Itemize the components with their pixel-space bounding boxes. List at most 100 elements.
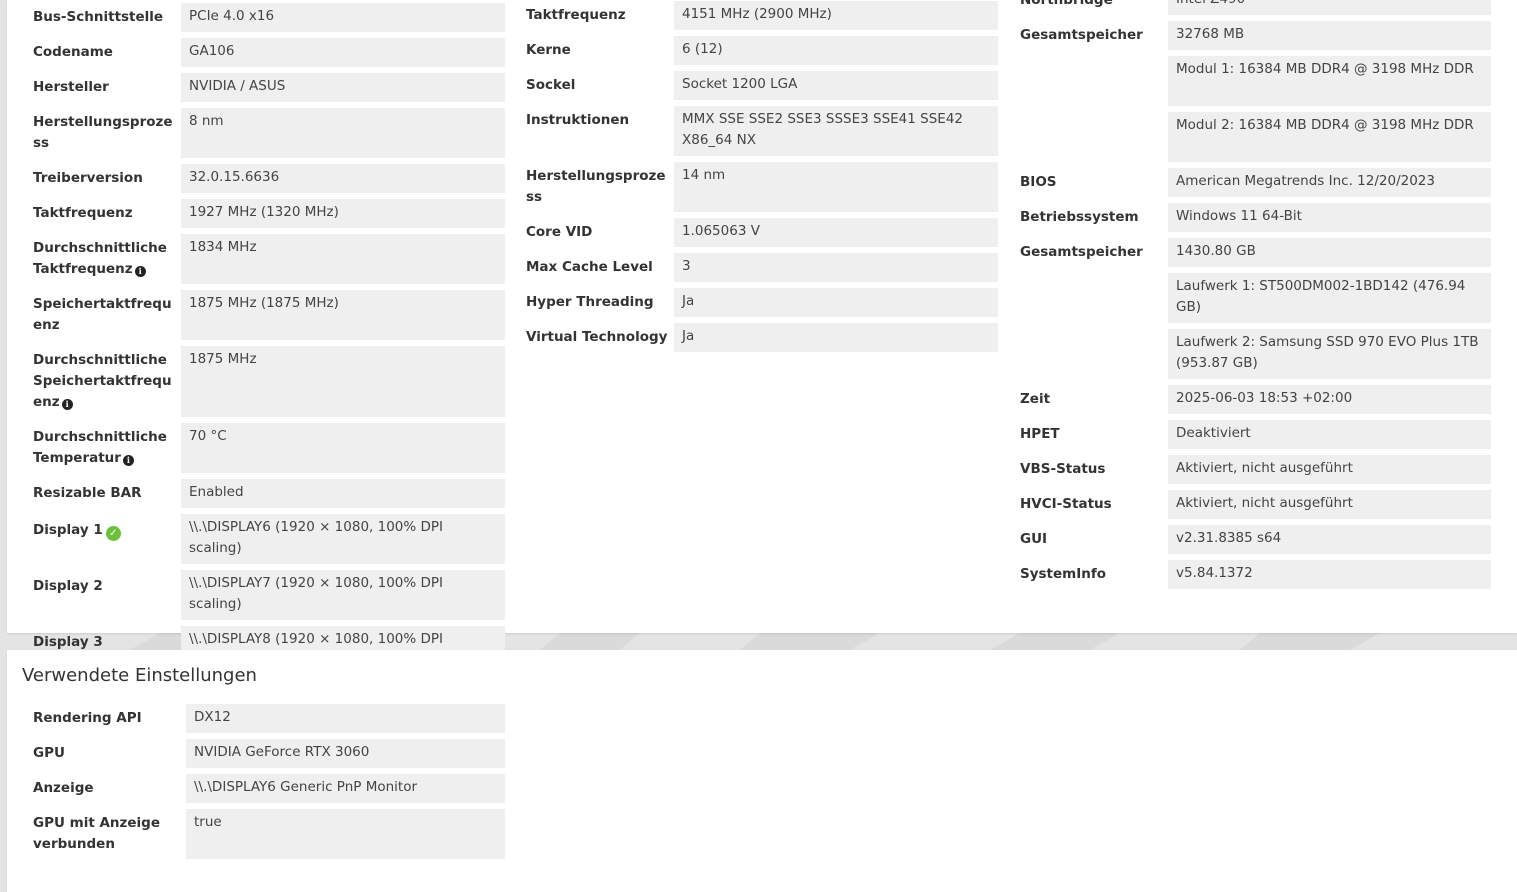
sys-label-memory: Gesamtspeicher bbox=[1020, 27, 1143, 43]
gpu-row-avg-clock: Durchschnittliche Taktfrequenz i 1834 MHz bbox=[33, 234, 505, 284]
settings-label-gpu-display: GPU mit Anzeige verbunden bbox=[33, 815, 161, 852]
gpu-value-display2: \\.\DISPLAY7 (1920 × 1080, 100% DPI scal… bbox=[181, 570, 505, 620]
info-icon[interactable]: i bbox=[134, 266, 146, 277]
sys-value-vbs: Aktiviert, nicht ausgeführt bbox=[1168, 455, 1491, 484]
sys-value-northbridge: Intel Z490 bbox=[1168, 0, 1491, 15]
system-info-panel: Bus-Schnittstelle PCIe 4.0 x16 Codename … bbox=[7, 0, 1517, 676]
settings-value-display: \\.\DISPLAY6 Generic PnP Monitor bbox=[186, 774, 505, 803]
settings-row-gpu-display: GPU mit Anzeige verbunden true bbox=[33, 809, 505, 859]
cpu-column: Taktfrequenz 4151 MHz (2900 MHz) Kerne 6… bbox=[526, 1, 998, 358]
gpu-label-avg-memclock: Durchschnittliche Speichertaktfrequ enz bbox=[33, 352, 172, 410]
sys-label-storage: Gesamtspeicher bbox=[1020, 244, 1143, 260]
gpu-label-avg-memclock-wrap: Durchschnittliche Speichertaktfrequ enz i bbox=[33, 346, 172, 413]
gpu-label-avg-temp-wrap: Durchschnittliche Temperatur i bbox=[33, 423, 167, 469]
sys-row-gui: GUI v2.31.8385 s64 bbox=[1020, 525, 1491, 554]
gpu-row-process: Herstellungsproze ss 8 nm bbox=[33, 108, 505, 158]
gpu-label-avg-clock: Durchschnittliche Taktfrequenz bbox=[33, 240, 167, 277]
gpu-row-bus: Bus-Schnittstelle PCIe 4.0 x16 bbox=[33, 3, 505, 32]
sys-label-hpet: HPET bbox=[1020, 426, 1060, 442]
sys-label-vbs: VBS-Status bbox=[1020, 461, 1106, 477]
sys-row-time: Zeit 2025-06-03 18:53 +02:00 bbox=[1020, 385, 1491, 414]
sys-label-gui: GUI bbox=[1020, 531, 1048, 547]
gpu-value-avg-memclock: 1875 MHz bbox=[181, 346, 505, 417]
gpu-value-codename: GA106 bbox=[181, 38, 505, 67]
gpu-label-avg-temp: Durchschnittliche Temperatur bbox=[33, 429, 167, 466]
sys-row-drive2: Laufwerk 2: Samsung SSD 970 EVO Plus 1TB… bbox=[1020, 329, 1491, 379]
sys-value-gui: v2.31.8385 s64 bbox=[1168, 525, 1491, 554]
gpu-label-codename: Codename bbox=[33, 44, 113, 60]
sys-row-systeminfo: SystemInfo v5.84.1372 bbox=[1020, 560, 1491, 589]
info-icon[interactable]: i bbox=[61, 399, 73, 410]
sys-value-drive2: Laufwerk 2: Samsung SSD 970 EVO Plus 1TB… bbox=[1168, 329, 1491, 379]
sys-value-bios: American Megatrends Inc. 12/20/2023 bbox=[1168, 168, 1491, 197]
check-icon: ✓ bbox=[105, 526, 121, 541]
cpu-value-instructions: MMX SSE SSE2 SSE3 SSSE3 SSE41 SSE42 X86_… bbox=[674, 106, 998, 156]
sys-value-module1: Modul 1: 16384 MB DDR4 @ 3198 MHz DDR bbox=[1168, 56, 1491, 106]
sys-label-northbridge: Northbridge bbox=[1020, 0, 1113, 8]
sys-value-hpet: Deaktiviert bbox=[1168, 420, 1491, 449]
info-icon[interactable]: i bbox=[122, 455, 134, 466]
gpu-label-display3: Display 3 bbox=[33, 634, 103, 650]
gpu-row-display2: Display 2 \\.\DISPLAY7 (1920 × 1080, 100… bbox=[33, 570, 505, 620]
sys-label-module1 bbox=[1020, 56, 1168, 60]
settings-row-display: Anzeige \\.\DISPLAY6 Generic PnP Monitor bbox=[33, 774, 505, 803]
gpu-label-display1: Display 1 bbox=[33, 522, 103, 538]
gpu-label-rebar: Resizable BAR bbox=[33, 485, 142, 501]
settings-label-gpu: GPU bbox=[33, 745, 65, 761]
gpu-value-vendor: NVIDIA / ASUS bbox=[181, 73, 505, 102]
gpu-label-memclock: Speichertaktfrequ enz bbox=[33, 296, 172, 333]
gpu-row-vendor: Hersteller NVIDIA / ASUS bbox=[33, 73, 505, 102]
sys-label-systeminfo: SystemInfo bbox=[1020, 566, 1107, 582]
sys-value-memory: 32768 MB bbox=[1168, 21, 1491, 50]
gpu-row-memclock: Speichertaktfrequ enz 1875 MHz (1875 MHz… bbox=[33, 290, 505, 340]
sys-label-os: Betriebssystem bbox=[1020, 209, 1139, 225]
sys-value-systeminfo: v5.84.1372 bbox=[1168, 560, 1491, 589]
cpu-value-ht: Ja bbox=[674, 288, 998, 317]
sys-value-module2: Modul 2: 16384 MB DDR4 @ 3198 MHz DDR bbox=[1168, 112, 1491, 162]
sys-label-hvci: HVCI-Status bbox=[1020, 496, 1112, 512]
sys-label-module2 bbox=[1020, 112, 1168, 116]
sys-row-vbs: VBS-Status Aktiviert, nicht ausgeführt bbox=[1020, 455, 1491, 484]
sys-row-storage: Gesamtspeicher 1430.80 GB bbox=[1020, 238, 1491, 267]
sys-row-memory: Gesamtspeicher 32768 MB bbox=[1020, 21, 1491, 50]
cpu-row-socket: Sockel Socket 1200 LGA bbox=[526, 71, 998, 100]
cpu-value-vid: 1.065063 V bbox=[674, 218, 998, 247]
cpu-label-instructions: Instruktionen bbox=[526, 112, 630, 128]
cpu-value-clock: 4151 MHz (2900 MHz) bbox=[674, 1, 998, 30]
sys-label-drive1 bbox=[1020, 273, 1168, 277]
gpu-label-display1-wrap: Display 1 ✓ bbox=[33, 514, 181, 541]
gpu-value-clock: 1927 MHz (1320 MHz) bbox=[181, 199, 505, 228]
settings-panel: Verwendete Einstellungen Rendering API D… bbox=[7, 650, 1517, 892]
cpu-row-clock: Taktfrequenz 4151 MHz (2900 MHz) bbox=[526, 1, 998, 30]
settings-value-api: DX12 bbox=[186, 704, 505, 733]
gpu-label-driver: Treiberversion bbox=[33, 170, 143, 186]
gpu-column: Bus-Schnittstelle PCIe 4.0 x16 Codename … bbox=[33, 3, 505, 682]
gpu-value-process: 8 nm bbox=[181, 108, 505, 158]
gpu-row-driver: Treiberversion 32.0.15.6636 bbox=[33, 164, 505, 193]
sys-row-hvci: HVCI-Status Aktiviert, nicht ausgeführt bbox=[1020, 490, 1491, 519]
cpu-row-vt: Virtual Technology Ja bbox=[526, 323, 998, 352]
sys-value-hvci: Aktiviert, nicht ausgeführt bbox=[1168, 490, 1491, 519]
gpu-value-avg-temp: 70 °C bbox=[181, 423, 505, 473]
cpu-row-instructions: Instruktionen MMX SSE SSE2 SSE3 SSSE3 SS… bbox=[526, 106, 998, 156]
cpu-label-cache: Max Cache Level bbox=[526, 259, 653, 275]
sys-row-drive1: Laufwerk 1: ST500DM002-1BD142 (476.94 GB… bbox=[1020, 273, 1491, 323]
gpu-value-display1: \\.\DISPLAY6 (1920 × 1080, 100% DPI scal… bbox=[181, 514, 505, 564]
cpu-label-process: Herstellungsproze ss bbox=[526, 168, 666, 205]
gpu-row-display1: Display 1 ✓ \\.\DISPLAY6 (1920 × 1080, 10… bbox=[33, 514, 505, 564]
cpu-value-cache: 3 bbox=[674, 253, 998, 282]
settings-label-display: Anzeige bbox=[33, 780, 94, 796]
cpu-row-vid: Core VID 1.065063 V bbox=[526, 218, 998, 247]
gpu-row-avg-memclock: Durchschnittliche Speichertaktfrequ enz i… bbox=[33, 346, 505, 417]
cpu-value-vt: Ja bbox=[674, 323, 998, 352]
cpu-value-process: 14 nm bbox=[674, 162, 998, 212]
cpu-label-cores: Kerne bbox=[526, 42, 571, 58]
gpu-value-memclock: 1875 MHz (1875 MHz) bbox=[181, 290, 505, 340]
gpu-label-clock: Taktfrequenz bbox=[33, 205, 133, 221]
settings-label-api: Rendering API bbox=[33, 710, 142, 726]
sys-label-drive2 bbox=[1020, 329, 1168, 333]
settings-title: Verwendete Einstellungen bbox=[22, 665, 257, 686]
sys-value-storage: 1430.80 GB bbox=[1168, 238, 1491, 267]
cpu-value-socket: Socket 1200 LGA bbox=[674, 71, 998, 100]
sys-row-northbridge: Northbridge Intel Z490 bbox=[1020, 0, 1491, 15]
